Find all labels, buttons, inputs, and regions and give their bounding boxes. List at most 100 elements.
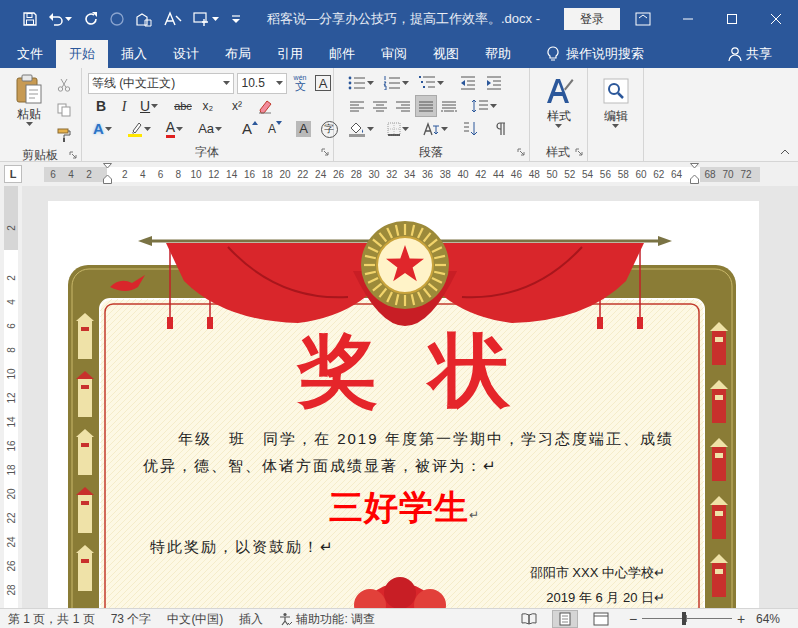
tell-me-search[interactable]: 操作说明搜索 — [546, 40, 644, 68]
sort-button[interactable] — [459, 118, 481, 140]
editing-button[interactable]: 编辑 — [603, 74, 629, 128]
shading-button[interactable] — [346, 118, 377, 140]
ribbon-tab[interactable]: 布局 — [212, 40, 264, 68]
ribbon-tab[interactable]: 视图 — [420, 40, 472, 68]
insert-mode[interactable]: 插入 — [239, 610, 263, 628]
change-case-button[interactable]: Aa — [195, 118, 226, 140]
sort-icon — [462, 121, 478, 137]
accessibility-checker[interactable]: 辅助功能: 调查 — [279, 610, 375, 628]
zoom-in-button[interactable]: + — [736, 612, 746, 626]
asian-layout-button[interactable] — [420, 118, 451, 140]
borders-button[interactable] — [385, 118, 412, 140]
dialog-launcher[interactable] — [67, 151, 79, 159]
language[interactable]: 中文(中国) — [167, 610, 223, 628]
cut-button[interactable] — [54, 74, 74, 96]
ruler-number: 18 — [0, 464, 23, 475]
paste-label: 粘贴 — [17, 106, 41, 122]
undo-button[interactable] — [48, 11, 73, 27]
zoom-out-button[interactable]: − — [628, 612, 638, 626]
font-format-button[interactable]: I — [113, 95, 135, 117]
align-button[interactable] — [392, 95, 414, 117]
line-spacing-button[interactable] — [469, 95, 500, 117]
ribbon-tab[interactable]: 引用 — [264, 40, 316, 68]
ribbon-tab[interactable]: 文件 — [4, 40, 56, 68]
zoom-level[interactable]: 64% — [756, 610, 780, 628]
character-border-button[interactable]: A — [313, 72, 333, 94]
clear-formatting-button[interactable] — [253, 95, 277, 117]
font-format-button[interactable]: x² — [226, 95, 248, 117]
word-count[interactable]: 73 个字 — [111, 610, 152, 628]
person-icon — [728, 46, 742, 62]
ribbon-display-button[interactable] — [620, 0, 666, 37]
ribbon-tab[interactable]: 审阅 — [368, 40, 420, 68]
collapse-ribbon-button[interactable] — [780, 149, 790, 155]
font-format-button[interactable]: U — [136, 95, 163, 117]
shrink-font-button[interactable]: A — [266, 118, 284, 140]
show-marks-button[interactable] — [489, 118, 511, 140]
align-button[interactable] — [438, 95, 460, 117]
group-label-text: 段落 — [419, 143, 443, 161]
styles-group: 样式样式 — [530, 68, 588, 161]
text-effects-button[interactable]: A — [90, 118, 116, 140]
ribbon-tab[interactable]: 邮件 — [316, 40, 368, 68]
caret-icon — [401, 127, 410, 131]
grow-font-button[interactable]: A — [240, 118, 260, 140]
ribbon-tab[interactable]: 插入 — [108, 40, 160, 68]
highlight-button[interactable] — [124, 118, 155, 140]
restore-button[interactable] — [710, 0, 754, 37]
enclose-characters-button[interactable]: 字 — [319, 118, 340, 140]
ruler-number: 56 — [597, 167, 615, 182]
dialog-launcher[interactable] — [573, 148, 585, 156]
dialog-launcher[interactable] — [319, 148, 331, 156]
font-format-button[interactable]: B — [90, 95, 112, 117]
font-size-box[interactable]: 10.5 — [237, 73, 287, 94]
horizontal-ruler: 6422468101214161820222426283032343638404… — [44, 167, 760, 182]
body-line: 优异，德、智、体诸方面成绩显著，被评为：↵ — [143, 452, 665, 479]
line-spacing-icon — [471, 99, 489, 113]
font-format-button[interactable]: abc — [170, 95, 196, 117]
format-painter-button[interactable] — [54, 124, 74, 146]
share-button[interactable]: 共享 — [728, 40, 798, 68]
clipboard-small-buttons — [54, 72, 74, 146]
multilevel-list-button[interactable] — [416, 72, 447, 94]
ribbon-tab[interactable]: 开始 — [56, 40, 108, 68]
align-center-icon — [372, 100, 388, 113]
view-button[interactable] — [588, 610, 614, 628]
font-color-button[interactable]: A — [163, 118, 187, 140]
font-name-box[interactable]: 等线 (中文正文) — [88, 73, 234, 94]
tab-selector[interactable]: L — [4, 165, 22, 183]
ribbon-tab[interactable]: 设计 — [160, 40, 212, 68]
close-button[interactable] — [754, 0, 798, 37]
zoom-thumb[interactable] — [682, 612, 686, 625]
zoom-slider[interactable] — [642, 618, 732, 619]
phonetic-guide-button[interactable]: wén文 — [290, 72, 310, 94]
touch-mode-button[interactable] — [193, 11, 220, 27]
paste-button[interactable]: 粘贴 — [8, 72, 50, 146]
login-button[interactable]: 登录 — [564, 8, 620, 30]
ruler-number: 24 — [0, 536, 23, 547]
group-label-box: 段落 — [346, 143, 515, 161]
view-button[interactable] — [516, 610, 542, 628]
align-button[interactable] — [369, 95, 391, 117]
view-button[interactable] — [552, 610, 578, 628]
align-button[interactable] — [346, 95, 368, 117]
styles-button[interactable]: 样式 — [544, 74, 574, 128]
numbering-button[interactable] — [381, 72, 412, 94]
caret-icon — [150, 104, 159, 108]
bullets-button[interactable] — [346, 72, 377, 94]
ruler-number: 24 — [312, 167, 330, 182]
dialog-launcher[interactable] — [515, 148, 527, 156]
align-button[interactable] — [415, 95, 437, 117]
ribbon-tab[interactable]: 帮助 — [472, 40, 524, 68]
increase-indent-button[interactable] — [483, 72, 505, 94]
paste-icon — [14, 72, 44, 106]
copy-button[interactable] — [54, 99, 74, 121]
page-count[interactable]: 第 1 页，共 1 页 — [8, 610, 95, 628]
character-shading-button[interactable]: A — [294, 118, 313, 140]
font-format-button[interactable]: x₂ — [197, 95, 219, 117]
ruler-number: 22 — [294, 167, 312, 182]
borders-icon — [387, 122, 401, 136]
issue-date: 2019 年 6 月 20 日↵ — [546, 585, 665, 608]
minimize-button[interactable] — [666, 0, 710, 37]
decrease-indent-button[interactable] — [457, 72, 479, 94]
